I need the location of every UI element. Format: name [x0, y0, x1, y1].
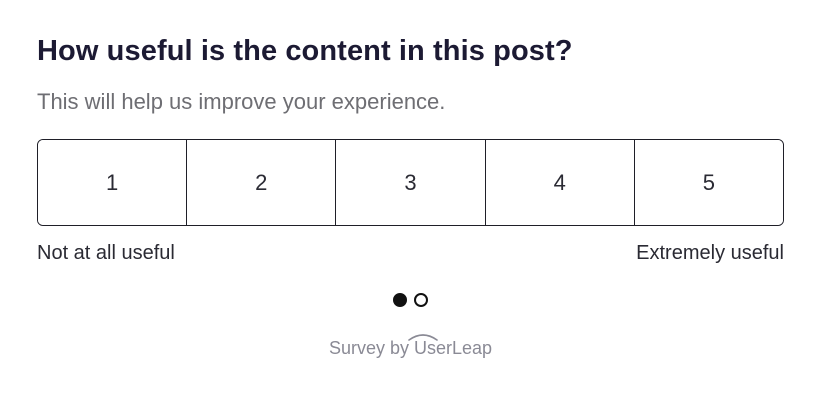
- rating-option-2[interactable]: 2: [187, 140, 337, 225]
- survey-branding: Survey by UserLeap: [37, 334, 784, 359]
- scale-low-label: Not at all useful: [37, 242, 175, 264]
- rating-option-5[interactable]: 5: [634, 140, 783, 225]
- rating-option-1[interactable]: 1: [38, 140, 188, 225]
- logo-arc-icon: [408, 334, 438, 341]
- page-dot-2[interactable]: [414, 293, 428, 307]
- rating-scale: 1 2 3 4 5: [37, 139, 784, 226]
- question-title: How useful is the content in this post?: [37, 35, 573, 67]
- rating-option-4[interactable]: 4: [485, 140, 635, 225]
- scale-high-label: Extremely useful: [636, 242, 784, 264]
- page-indicator: [37, 293, 784, 307]
- rating-option-3[interactable]: 3: [336, 140, 486, 225]
- question-subtitle: This will help us improve your experienc…: [37, 89, 446, 114]
- page-dot-1[interactable]: [393, 293, 407, 307]
- survey-widget: How useful is the content in this post? …: [37, 0, 784, 405]
